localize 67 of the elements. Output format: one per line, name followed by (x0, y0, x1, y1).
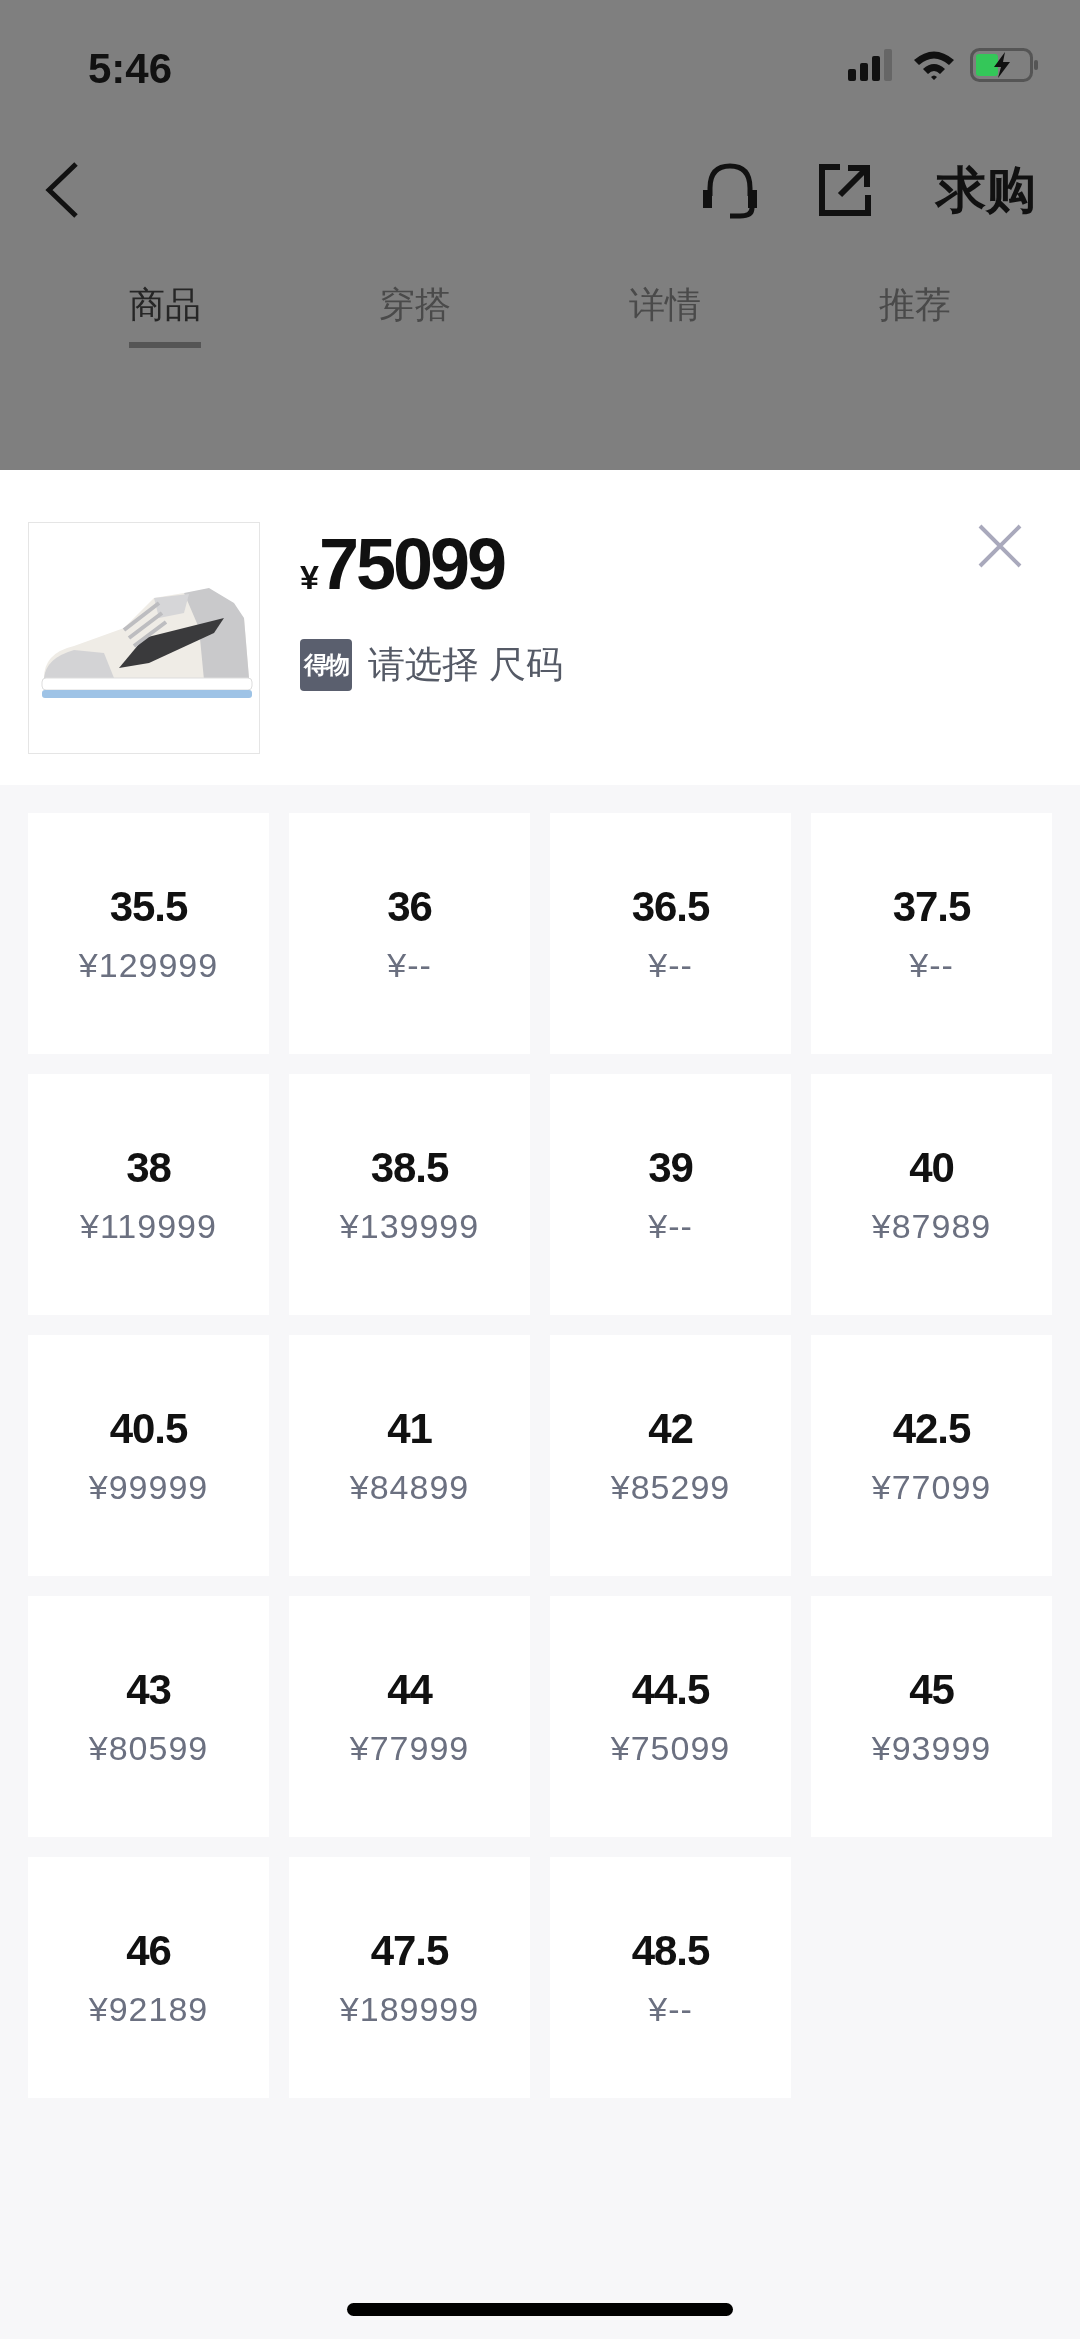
battery-icon (970, 48, 1040, 82)
size-price: ¥189999 (339, 1991, 480, 2026)
size-option[interactable]: 47.5 ¥189999 (289, 1857, 530, 2098)
size-price: ¥93999 (871, 1730, 992, 1765)
size-label: 35.5 (109, 885, 188, 928)
brand-badge: 得物 (300, 638, 352, 691)
size-option[interactable]: 45 ¥93999 (811, 1596, 1052, 1837)
size-label: 42 (648, 1407, 693, 1450)
size-price: ¥139999 (339, 1208, 480, 1243)
size-price: ¥75099 (610, 1730, 731, 1765)
size-option[interactable]: 36 ¥-- (289, 813, 530, 1054)
size-option[interactable]: 39 ¥-- (550, 1074, 791, 1315)
want-to-buy-button[interactable]: 求购 (936, 152, 1036, 228)
size-option[interactable]: 35.5 ¥129999 (28, 813, 269, 1054)
size-label: 37.5 (892, 885, 971, 928)
size-price: ¥84899 (349, 1469, 470, 1504)
size-label: 44.5 (631, 1668, 710, 1711)
size-label: 36.5 (631, 885, 710, 928)
size-label: 48.5 (631, 1929, 710, 1972)
size-label: 40 (909, 1146, 954, 1189)
size-price: ¥-- (387, 947, 432, 982)
size-price: ¥-- (648, 947, 693, 982)
currency-symbol: ¥ (300, 558, 319, 598)
size-label: 41 (387, 1407, 432, 1450)
size-option[interactable]: 38.5 ¥139999 (289, 1074, 530, 1315)
size-label: 39 (648, 1146, 693, 1189)
size-price: ¥-- (909, 947, 954, 982)
select-size-prompt: 请选择 尺码 (368, 643, 564, 687)
selected-price: 75099 (318, 528, 505, 600)
size-price: ¥-- (648, 1991, 693, 2026)
wifi-icon (912, 49, 956, 81)
status-time: 5:46 (88, 43, 173, 94)
size-label: 40.5 (109, 1407, 188, 1450)
size-price: ¥119999 (80, 1208, 217, 1243)
size-option[interactable]: 44.5 ¥75099 (550, 1596, 791, 1837)
size-option[interactable]: 44 ¥77999 (289, 1596, 530, 1837)
size-option[interactable]: 40.5 ¥99999 (28, 1335, 269, 1576)
size-option[interactable]: 42.5 ¥77099 (811, 1335, 1052, 1576)
size-option[interactable]: 41 ¥84899 (289, 1335, 530, 1576)
size-label: 47.5 (370, 1929, 449, 1972)
size-label: 42.5 (892, 1407, 971, 1450)
tab[interactable]: 商品 (129, 262, 201, 348)
size-label: 46 (126, 1929, 171, 1972)
size-label: 38.5 (370, 1146, 449, 1189)
size-price: ¥99999 (88, 1469, 209, 1504)
size-label: 36 (387, 885, 432, 928)
size-price: ¥129999 (78, 947, 219, 982)
size-price: ¥80599 (88, 1730, 209, 1765)
size-option[interactable]: 37.5 ¥-- (811, 813, 1052, 1054)
size-option[interactable]: 42 ¥85299 (550, 1335, 791, 1576)
size-price: ¥92189 (88, 1991, 209, 2026)
share-icon[interactable] (818, 163, 872, 217)
size-price: ¥-- (648, 1208, 693, 1243)
size-option[interactable]: 40 ¥87989 (811, 1074, 1052, 1315)
size-price: ¥87989 (871, 1208, 992, 1243)
size-option[interactable]: 38 ¥119999 (28, 1074, 269, 1315)
size-price: ¥85299 (610, 1469, 731, 1504)
size-option[interactable]: 48.5 ¥-- (550, 1857, 791, 2098)
size-label: 38 (126, 1146, 171, 1189)
size-label: 44 (387, 1668, 432, 1711)
size-price: ¥77099 (871, 1469, 992, 1504)
size-option[interactable]: 46 ¥92189 (28, 1857, 269, 2098)
size-option[interactable]: 43 ¥80599 (28, 1596, 269, 1837)
size-label: 45 (909, 1668, 954, 1711)
size-option[interactable]: 36.5 ¥-- (550, 813, 791, 1054)
size-label: 43 (126, 1668, 171, 1711)
size-price: ¥77999 (349, 1730, 470, 1765)
